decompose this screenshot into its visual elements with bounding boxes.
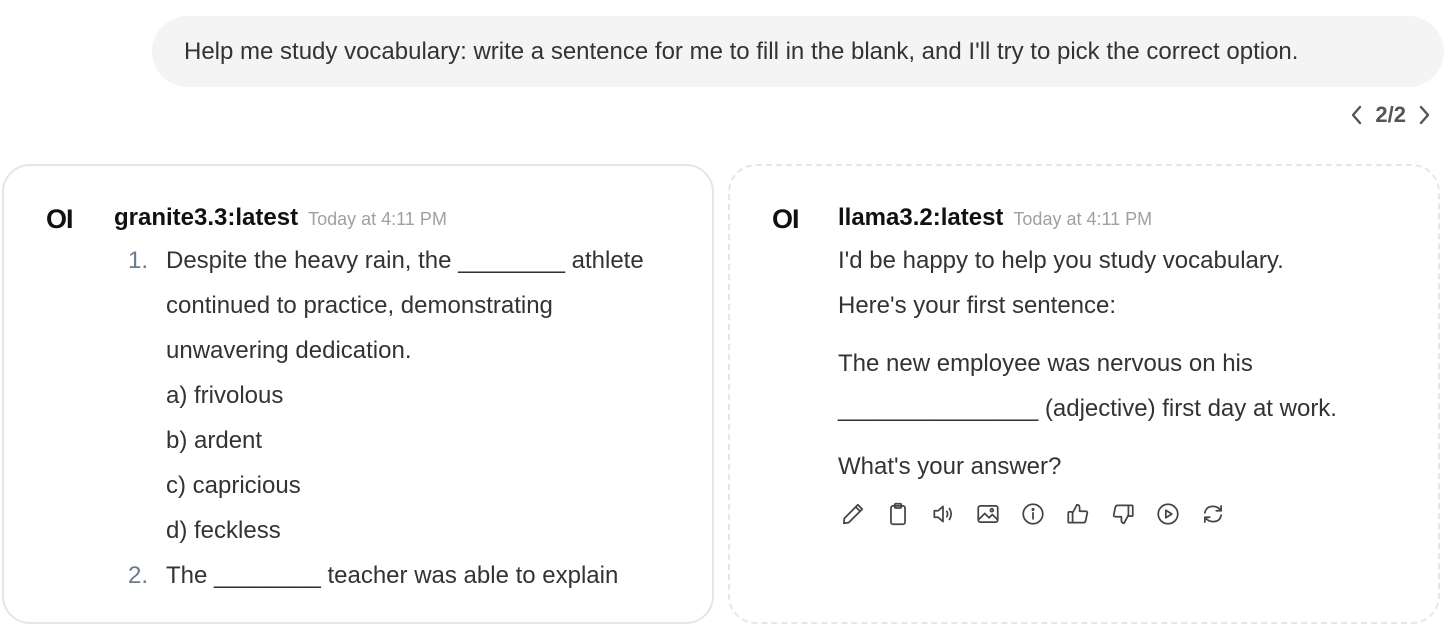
answer-option: d) feckless bbox=[166, 517, 281, 544]
message-timestamp: Today at 4:11 PM bbox=[1013, 209, 1153, 229]
model-avatar: OI bbox=[46, 204, 73, 234]
question-line: Despite the heavy rain, the ________ ath… bbox=[166, 247, 644, 274]
edit-icon bbox=[842, 503, 864, 525]
message-timestamp: Today at 4:11 PM bbox=[308, 209, 447, 229]
question-line: unwavering dedication. bbox=[166, 337, 412, 364]
question-line: continued to practice, demonstrating bbox=[166, 292, 553, 319]
generate-image-button[interactable] bbox=[973, 499, 1003, 529]
copy-button[interactable] bbox=[883, 499, 913, 529]
response-panel-granite[interactable]: OI granite3.3:latest Today at 4:11 PM 1.… bbox=[2, 164, 714, 624]
read-aloud-icon bbox=[933, 505, 952, 523]
bad-response-button[interactable] bbox=[1108, 499, 1138, 529]
continue-response-button[interactable] bbox=[1153, 499, 1183, 529]
model-name: llama3.2:latest bbox=[838, 204, 1004, 231]
continue-icon bbox=[1157, 503, 1179, 525]
list-item: 1. Despite the heavy rain, the ________ … bbox=[114, 238, 704, 373]
message-body: I'd be happy to help you study vocabular… bbox=[838, 238, 1428, 489]
thumbs-down-icon bbox=[1112, 504, 1134, 525]
message-paragraph: I'd be happy to help you study vocabular… bbox=[838, 247, 1284, 274]
user-message-text: Help me study vocabulary: write a senten… bbox=[184, 37, 1299, 65]
next-response-button[interactable] bbox=[1414, 100, 1436, 130]
message-paragraph: What's your answer? bbox=[838, 453, 1062, 480]
list-item-number: 2. bbox=[128, 562, 149, 589]
message-header: llama3.2:latest Today at 4:11 PM bbox=[838, 204, 1152, 232]
generation-info-button[interactable] bbox=[1018, 499, 1048, 529]
copy-icon bbox=[890, 502, 906, 526]
answer-option: a) frivolous bbox=[166, 382, 284, 409]
pager-label: 2/2 bbox=[1375, 102, 1406, 127]
question-line: The ________ teacher was able to explain bbox=[166, 562, 619, 589]
list-item: 2. The ________ teacher was able to expl… bbox=[114, 553, 704, 598]
message-body: 1. Despite the heavy rain, the ________ … bbox=[114, 238, 704, 598]
read-aloud-button[interactable] bbox=[928, 499, 958, 529]
response-panel-llama[interactable]: OI llama3.2:latest Today at 4:11 PM I'd … bbox=[728, 164, 1440, 624]
good-response-button[interactable] bbox=[1063, 499, 1093, 529]
regenerate-button[interactable] bbox=[1198, 499, 1228, 529]
chevron-left-icon bbox=[1352, 105, 1362, 125]
chevron-right-icon bbox=[1419, 105, 1430, 125]
image-icon bbox=[977, 505, 999, 523]
model-name: granite3.3:latest bbox=[114, 204, 299, 231]
regenerate-icon bbox=[1204, 505, 1222, 523]
user-message-bubble: Help me study vocabulary: write a senten… bbox=[152, 16, 1444, 87]
message-header: granite3.3:latest Today at 4:11 PM bbox=[114, 204, 447, 232]
list-item-number: 1. bbox=[128, 247, 149, 274]
info-icon bbox=[1022, 503, 1044, 525]
message-paragraph: _______________ (adjective) first day at… bbox=[838, 395, 1337, 422]
response-pager: 2/2 bbox=[1345, 100, 1436, 130]
answer-option: b) ardent bbox=[166, 427, 263, 454]
model-avatar: OI bbox=[772, 204, 799, 234]
edit-button[interactable] bbox=[838, 499, 868, 529]
thumbs-up-icon bbox=[1067, 503, 1089, 524]
previous-response-button[interactable] bbox=[1345, 100, 1367, 130]
message-paragraph: Here's your first sentence: bbox=[838, 292, 1117, 319]
message-paragraph: The new employee was nervous on his bbox=[838, 350, 1253, 377]
message-actions-toolbar bbox=[838, 499, 1228, 529]
answer-option: c) capricious bbox=[166, 472, 301, 499]
